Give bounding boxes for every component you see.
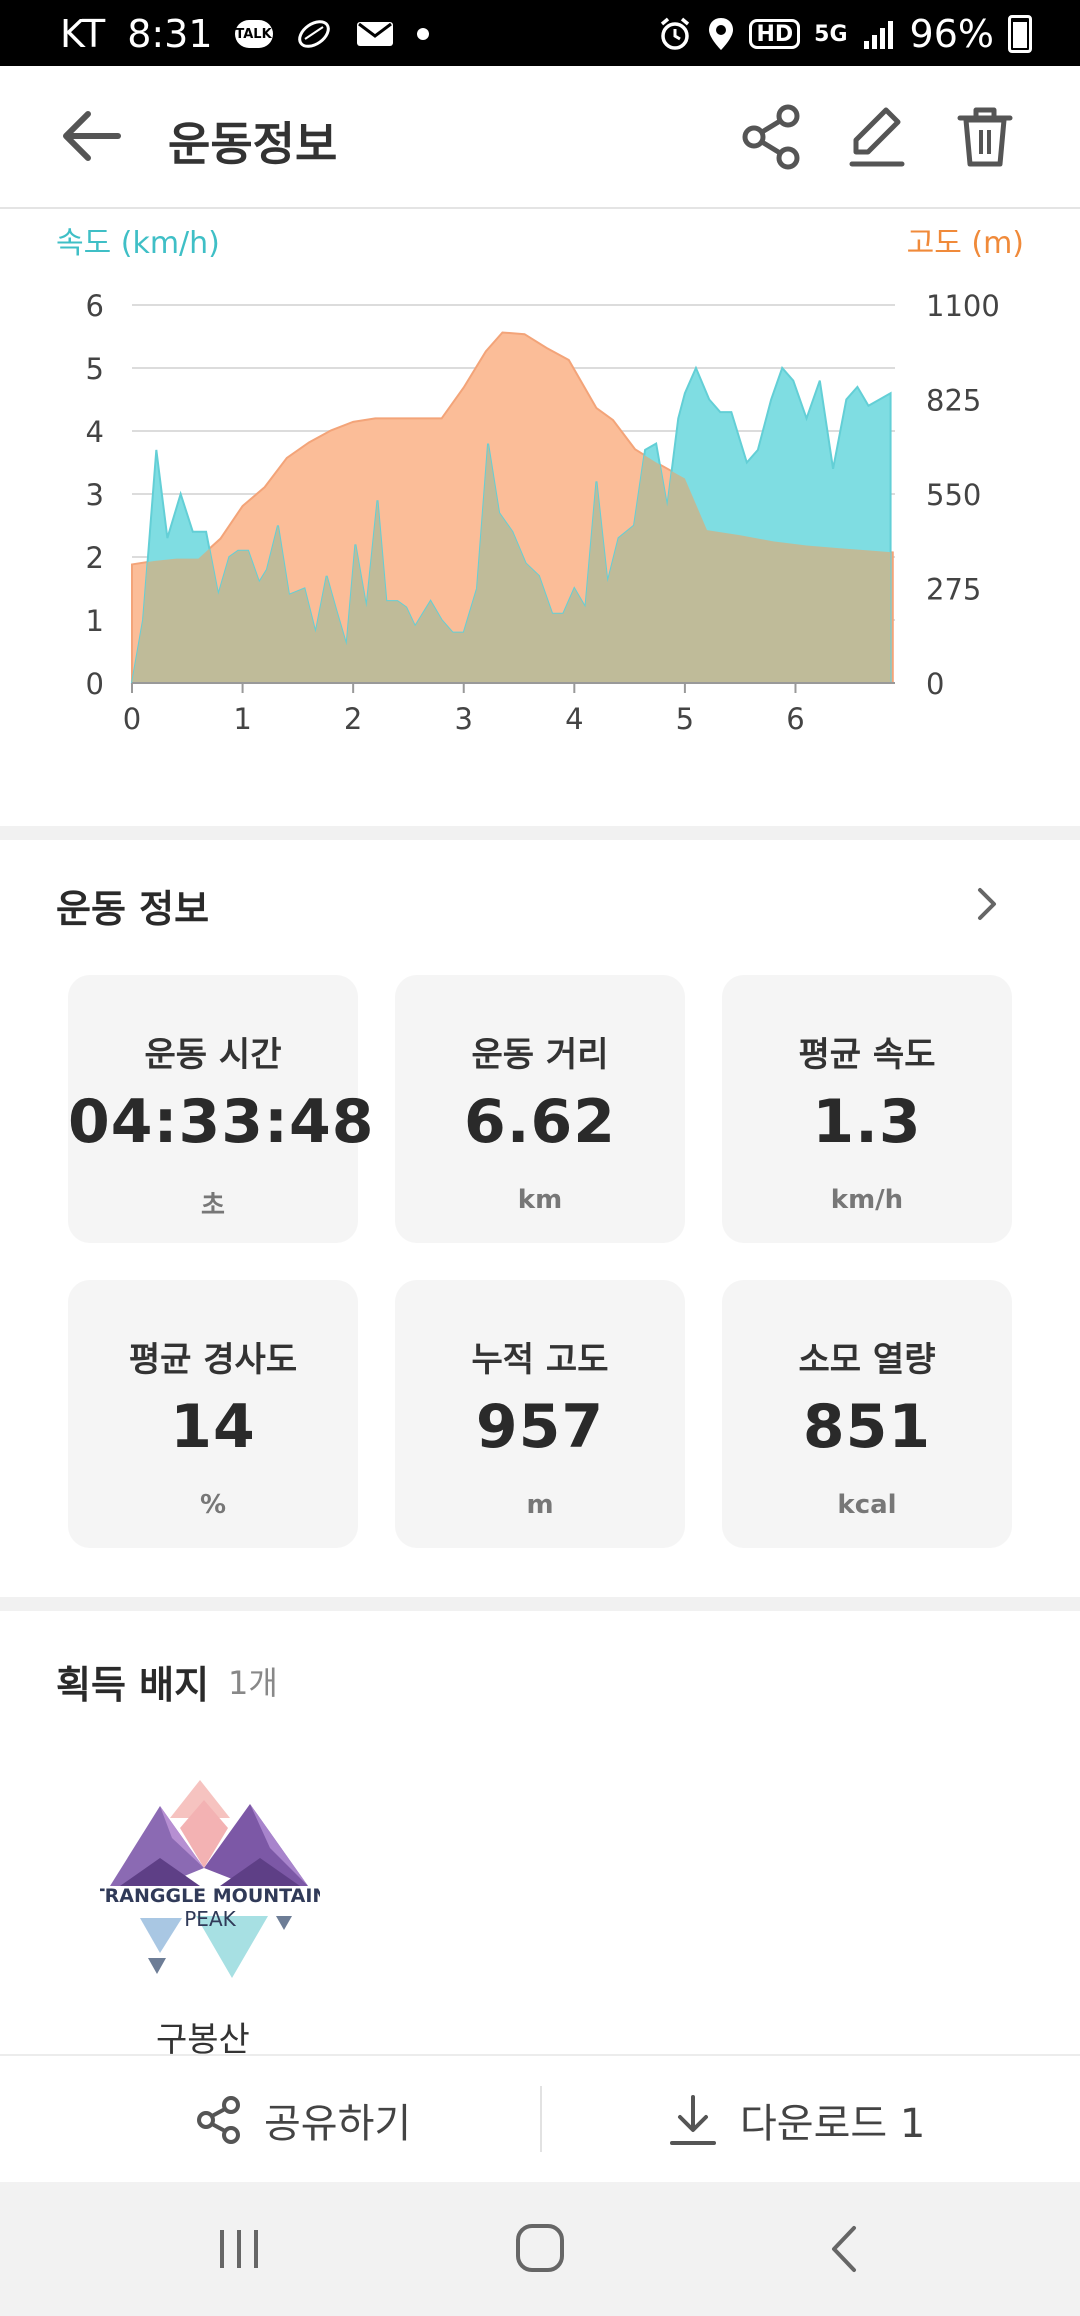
y-right-tick-label: 825 (926, 384, 981, 418)
download-action-label: 다운로드 1 (740, 2101, 926, 2147)
stat-label: 평균 속도 (798, 1035, 936, 1075)
x-tick-label: 1 (233, 702, 251, 736)
section-divider (0, 826, 1080, 840)
battery-icon (1008, 15, 1032, 53)
stat-label: 소모 열량 (798, 1340, 936, 1380)
y-right-tick-label: 1100 (926, 289, 1000, 323)
status-right: HD 5G 96% (657, 12, 1032, 56)
y-left-tick-label: 0 (86, 667, 104, 701)
talk-icon: TALK (234, 20, 273, 48)
recent-apps-icon[interactable] (214, 2224, 264, 2274)
y-left-tick-label: 1 (86, 604, 104, 638)
share-button[interactable] (736, 102, 806, 172)
mail-icon (355, 18, 395, 50)
share-icon (197, 2096, 240, 2144)
mountain-peak-badge-icon: TRANGGLE MOUNTAIN PEAK (92, 1780, 328, 1978)
stat-value: 6.62 (463, 1087, 617, 1157)
shoe-icon (295, 17, 333, 51)
workout-section-title: 운동 정보 (56, 887, 210, 931)
delete-button[interactable] (950, 102, 1020, 172)
download-action-button[interactable]: 다운로드 1 (668, 2056, 925, 2184)
bottom-bar-separator (540, 2086, 542, 2152)
stat-value: 957 (475, 1392, 605, 1462)
stat-unit: 초 (201, 1191, 225, 1221)
x-tick-label: 5 (676, 702, 694, 736)
battery-percent: 96% (909, 12, 994, 56)
x-tick-label: 6 (786, 702, 804, 736)
x-tick-label: 2 (344, 702, 362, 736)
notification-dot-icon (416, 28, 429, 40)
alarm-icon (657, 16, 693, 52)
status-left: KT 8:31 TALK (60, 12, 429, 56)
y-left-tick-label: 5 (86, 352, 104, 386)
pencil-icon (849, 107, 905, 167)
stat-value: 14 (170, 1392, 256, 1462)
stat-label: 운동 시간 (144, 1035, 282, 1075)
stat-label: 평균 경사도 (128, 1340, 298, 1380)
stat-card-distance: 운동 거리 6.62 km (395, 975, 685, 1243)
stat-value: 1.3 (812, 1087, 922, 1157)
speed-altitude-chart: 속도 (km/h) 고도 (m) 6 5 4 3 2 1 0 1100 825 550 275 0 0 1… (0, 210, 1080, 820)
y-left-tick-label: 2 (86, 541, 104, 575)
carrier-label: KT (60, 12, 106, 56)
stat-card-calories: 소모 열량 851 kcal (722, 1280, 1012, 1548)
stat-card-duration: 운동 시간 04:33:48 초 (68, 975, 375, 1243)
y-right-tick-label: 0 (926, 667, 944, 701)
stat-unit: km/h (830, 1185, 904, 1215)
stat-card-elevation-gain: 누적 고도 957 m (395, 1280, 685, 1548)
share-icon (742, 104, 800, 170)
stat-unit: m (526, 1490, 554, 1520)
y-left-tick-label: 6 (86, 289, 104, 323)
system-nav-bar (0, 2182, 1080, 2316)
share-action-button[interactable]: 공유하기 (196, 2056, 411, 2184)
bottom-action-bar: 공유하기 다운로드 1 (0, 2054, 1080, 2182)
trash-icon (957, 107, 1013, 167)
x-tick-label: 0 (123, 702, 141, 736)
app-bar: 운동정보 (0, 66, 1080, 209)
y-right-tick-label: 550 (926, 478, 981, 512)
badge-count: 1개 (228, 1664, 278, 1702)
edit-button[interactable] (842, 102, 912, 172)
signal-icon (862, 19, 896, 49)
workout-detail-button[interactable] (966, 884, 1006, 924)
y-right-tick-label: 275 (926, 573, 981, 607)
stat-label: 운동 거리 (471, 1035, 609, 1075)
arrow-left-icon (63, 111, 121, 161)
stat-label: 누적 고도 (471, 1340, 609, 1380)
stat-value: 851 (802, 1392, 932, 1462)
x-tick-label: 4 (565, 702, 583, 736)
status-bar: KT 8:31 TALK HD 5G 96% (0, 0, 1080, 66)
back-nav-icon[interactable] (824, 2224, 864, 2274)
back-button[interactable] (58, 106, 128, 166)
chevron-right-icon (978, 888, 996, 920)
page-title: 운동정보 (168, 117, 338, 171)
stat-unit: kcal (837, 1490, 897, 1520)
section-divider (0, 1597, 1080, 1611)
badges-section-title: 획득 배지 (56, 1663, 210, 1707)
clock: 8:31 (127, 12, 213, 56)
badge-logo-line1: TRANGGLE MOUNTAIN (100, 1885, 320, 1907)
x-tick-label: 3 (455, 702, 473, 736)
download-icon (670, 2095, 716, 2145)
badge-item[interactable]: TRANGGLE MOUNTAIN PEAK (92, 1778, 328, 1998)
network-5g-icon: 5G (814, 21, 848, 47)
chart-canvas: 6543210110082555027500 1 2 3 4 5 6 (86, 289, 1000, 736)
home-icon[interactable] (514, 2222, 566, 2274)
stat-value: 04:33:48 (68, 1087, 375, 1157)
stat-card-avg-slope: 평균 경사도 14 % (68, 1280, 358, 1548)
hd-voice-icon: HD (749, 19, 801, 49)
y-left-tick-label: 3 (86, 478, 104, 512)
stat-card-avg-speed: 평균 속도 1.3 km/h (722, 975, 1012, 1243)
badge-logo-line2: PEAK (184, 1907, 236, 1931)
y-left-tick-label: 4 (86, 415, 104, 449)
stat-unit: km (517, 1185, 563, 1215)
location-icon (707, 16, 735, 52)
share-action-label: 공유하기 (264, 2101, 412, 2147)
stat-unit: % (199, 1490, 227, 1520)
